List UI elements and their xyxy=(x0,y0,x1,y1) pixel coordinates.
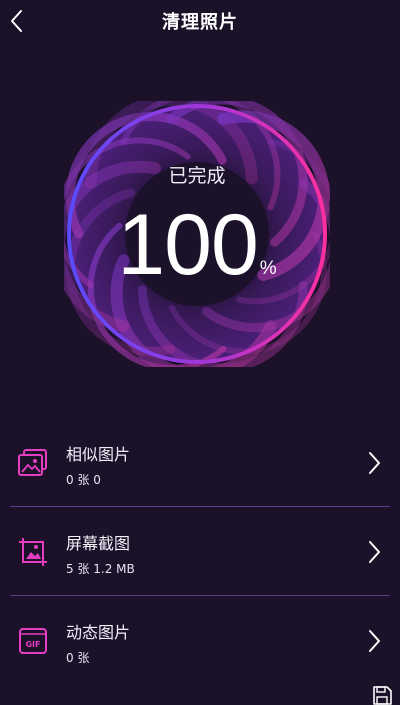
header-bar: 清理照片 xyxy=(0,0,400,44)
screenshot-icon xyxy=(19,538,47,566)
svg-text:GIF: GIF xyxy=(25,640,40,649)
list-item-label: 动态图片 xyxy=(66,623,131,642)
list-item-detail: 5 张 1.2 MB xyxy=(66,562,135,576)
progress-caption: 已完成 xyxy=(168,165,226,187)
save-icon[interactable] xyxy=(372,686,392,705)
list-item-label: 相似图片 xyxy=(66,445,131,464)
list-item-detail: 0 张 xyxy=(66,651,90,665)
list-item-label: 屏幕截图 xyxy=(66,534,131,553)
progress-unit: % xyxy=(259,258,277,279)
list-item-similar-photos[interactable]: 相似图片 0 张 0 xyxy=(0,418,400,506)
photos-icon xyxy=(18,449,47,476)
list-item-detail: 0 张 0 xyxy=(66,473,101,487)
list-item-animated-images[interactable]: GIF 动态图片 0 张 xyxy=(0,596,400,684)
progress-number: 100 xyxy=(117,197,258,293)
progress-value: 100% xyxy=(64,202,330,312)
page-title: 清理照片 xyxy=(162,12,238,33)
category-list: 相似图片 0 张 0 屏幕截图 5 张 1.2 MB GIF 动态图片 0 张 xyxy=(0,418,400,684)
page-indicator xyxy=(0,700,400,705)
list-item-screenshots[interactable]: 屏幕截图 5 张 1.2 MB xyxy=(0,507,400,595)
chevron-right-icon xyxy=(369,452,380,474)
gif-icon: GIF xyxy=(19,628,47,654)
chevron-right-icon xyxy=(369,541,380,563)
chevron-right-icon xyxy=(369,630,380,652)
